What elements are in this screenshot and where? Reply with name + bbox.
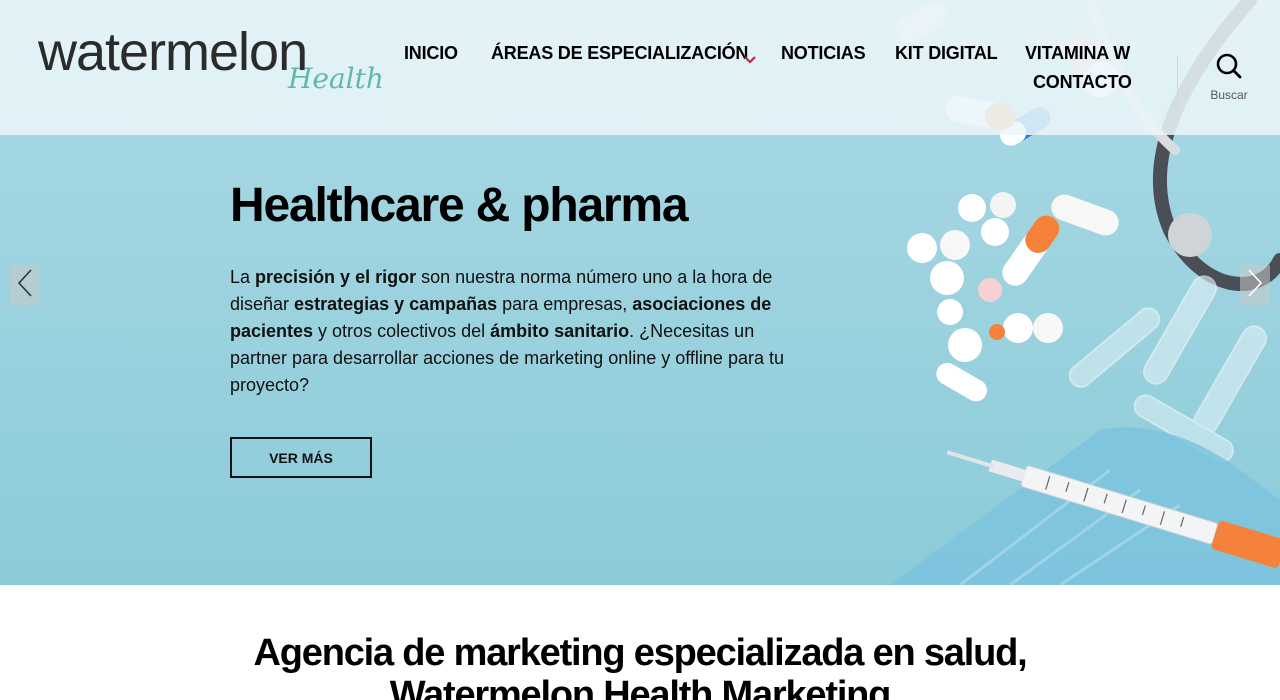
section-title: Agencia de marketing especializada en sa…	[0, 632, 1280, 700]
hero-title: Healthcare & pharma	[230, 179, 689, 232]
section-title-line-2: Watermelon Health Marketing	[389, 674, 892, 700]
slider-next-button[interactable]	[1240, 265, 1270, 305]
header-divider	[1177, 55, 1178, 111]
search-toggle[interactable]: Buscar	[1200, 52, 1258, 104]
section-title-line-1: Agencia de marketing especializada en sa…	[253, 632, 1028, 674]
hero-paragraph-text: y otros colectivos del	[313, 321, 491, 341]
hero-paragraph-emphasis: precisión y el rigor	[255, 267, 417, 287]
hero-paragraph-text: para empresas,	[497, 294, 633, 314]
arrow-left-icon	[16, 268, 34, 302]
hero-paragraph-emphasis: estrategias y campañas	[294, 294, 498, 314]
hero-paragraph: La precisión y el rigor son nuestra norm…	[230, 264, 790, 399]
nav-item-inicio[interactable]: INICIO	[404, 43, 458, 64]
nav-item-noticias[interactable]: NOTICIAS	[781, 43, 866, 64]
search-icon	[1215, 53, 1243, 84]
search-label: Buscar	[1210, 88, 1248, 102]
nav-item-contacto[interactable]: CONTACTO	[1033, 72, 1132, 93]
nav-item-areas[interactable]: ÁREAS DE ESPECIALIZACIÓN	[491, 43, 748, 64]
hero-paragraph-text: La	[230, 267, 256, 287]
site-logo[interactable]: watermelon Health	[38, 22, 384, 102]
logo-subtitle: Health	[288, 62, 384, 95]
hero-paragraph-emphasis: ámbito sanitario	[490, 321, 630, 341]
chevron-down-icon[interactable]	[743, 50, 757, 64]
nav-item-kit-digital[interactable]: KIT DIGITAL	[895, 43, 998, 64]
nav-item-vitamina-w[interactable]: VITAMINA W	[1025, 43, 1130, 64]
primary-nav: INICIO ÁREAS DE ESPECIALIZACIÓN NOTICIAS…	[385, 38, 1145, 108]
arrow-right-icon	[1246, 268, 1264, 302]
ver-mas-button[interactable]: VER MÁS	[230, 437, 372, 478]
logo-wordmark: watermelon	[38, 22, 308, 82]
site-header: watermelon Health INICIO ÁREAS DE ESPECI…	[0, 0, 1280, 135]
slider-prev-button[interactable]	[10, 265, 40, 305]
